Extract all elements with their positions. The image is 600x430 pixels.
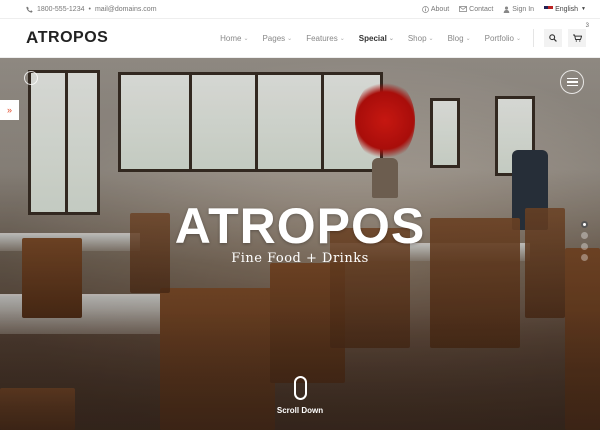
language-label: English [555, 5, 579, 13]
divider [533, 29, 534, 47]
chevron-down-icon: ⌄ [465, 35, 471, 42]
mail-icon [459, 6, 468, 12]
menu-item-features[interactable]: Features ⌄ [306, 34, 345, 43]
hero-title: ATROPOS [174, 198, 426, 254]
chevron-down-icon: ⌄ [388, 35, 394, 42]
main-navigation: A TROPOS Home ⌄ Pages ⌄ Features ⌄ Special ⌄ … [0, 19, 600, 58]
info-icon [421, 5, 429, 13]
menu-item-blog[interactable]: Blog ⌄ [448, 34, 471, 43]
hamburger-menu-button[interactable] [560, 70, 584, 94]
email-address[interactable]: mail@domains.com [95, 6, 157, 13]
menu-line [566, 84, 578, 87]
loader-ring-icon [24, 71, 38, 85]
chevron-down-icon: ⌄ [287, 35, 293, 42]
chevron-down-icon: ⌄ [428, 35, 434, 42]
double-chevron-right-icon: » [6, 105, 12, 115]
slide-dot-3[interactable] [581, 243, 588, 250]
slider-pagination [581, 221, 588, 261]
language-selector[interactable]: English ▼ [544, 6, 586, 13]
menu-label: Shop [407, 33, 427, 43]
cart-icon [572, 34, 582, 42]
sign-in-label: Sign In [512, 5, 535, 13]
menu-item-special[interactable]: Special ⌄ [359, 34, 394, 43]
search-button[interactable] [544, 29, 562, 47]
chevron-down-icon: ⌄ [515, 35, 521, 42]
sign-in-link[interactable]: Sign In [503, 6, 534, 13]
slide-dot-1[interactable] [581, 221, 588, 228]
hero-subtitle: Fine Food + Drinks [231, 251, 369, 266]
contact-info: 1800-555-1234 • mail@domains.com [26, 6, 157, 13]
menu-line [566, 81, 578, 83]
about-label: About [430, 5, 450, 13]
scroll-down-label: Scroll Down [276, 406, 324, 415]
menu-line [566, 77, 578, 80]
cart-button[interactable]: 3 [568, 23, 589, 47]
logo-text: TROPOS [37, 29, 109, 46]
menu-label: Home [220, 33, 242, 43]
us-flag-icon [544, 6, 554, 12]
menu-label: Blog [447, 33, 464, 43]
chevron-down-icon: ⌄ [339, 35, 345, 42]
menu-item-home[interactable]: Home ⌄ [220, 34, 248, 43]
phone-icon [26, 6, 33, 13]
menu-label: Special [358, 33, 387, 43]
slide-dot-4[interactable] [581, 254, 588, 261]
side-panel-toggle[interactable]: » [0, 100, 19, 120]
about-link[interactable]: About [421, 5, 450, 13]
mouse-scroll-icon [293, 376, 307, 400]
menu-label: Portfolio [484, 33, 514, 43]
phone-number[interactable]: 1800-555-1234 [37, 6, 85, 13]
search-icon [549, 34, 557, 42]
menu-label: Pages [262, 33, 286, 43]
site-logo[interactable]: A TROPOS [26, 28, 108, 48]
slide-dot-2[interactable] [581, 232, 588, 239]
menu: Home ⌄ Pages ⌄ Features ⌄ Special ⌄ Shop ⌄ Bl… [206, 23, 589, 47]
menu-item-pages[interactable]: Pages ⌄ [262, 34, 292, 43]
caret-down-icon: ▼ [581, 6, 586, 12]
menu-item-portfolio[interactable]: Portfolio ⌄ [485, 34, 521, 43]
cart-count-badge: 3 [585, 23, 589, 29]
contact-label: Contact [469, 5, 494, 13]
menu-item-shop[interactable]: Shop ⌄ [408, 34, 434, 43]
contact-link[interactable]: Contact [459, 6, 493, 13]
hero-slider: » ATROPOS Fine Food + Drinks Scroll Down [0, 58, 600, 430]
scroll-down-button[interactable]: Scroll Down [0, 376, 600, 415]
separator: • [88, 5, 91, 13]
chevron-down-icon: ⌄ [243, 35, 249, 42]
user-icon [503, 6, 510, 13]
top-bar: 1800-555-1234 • mail@domains.com About C… [0, 0, 600, 19]
menu-label: Features [306, 33, 338, 43]
